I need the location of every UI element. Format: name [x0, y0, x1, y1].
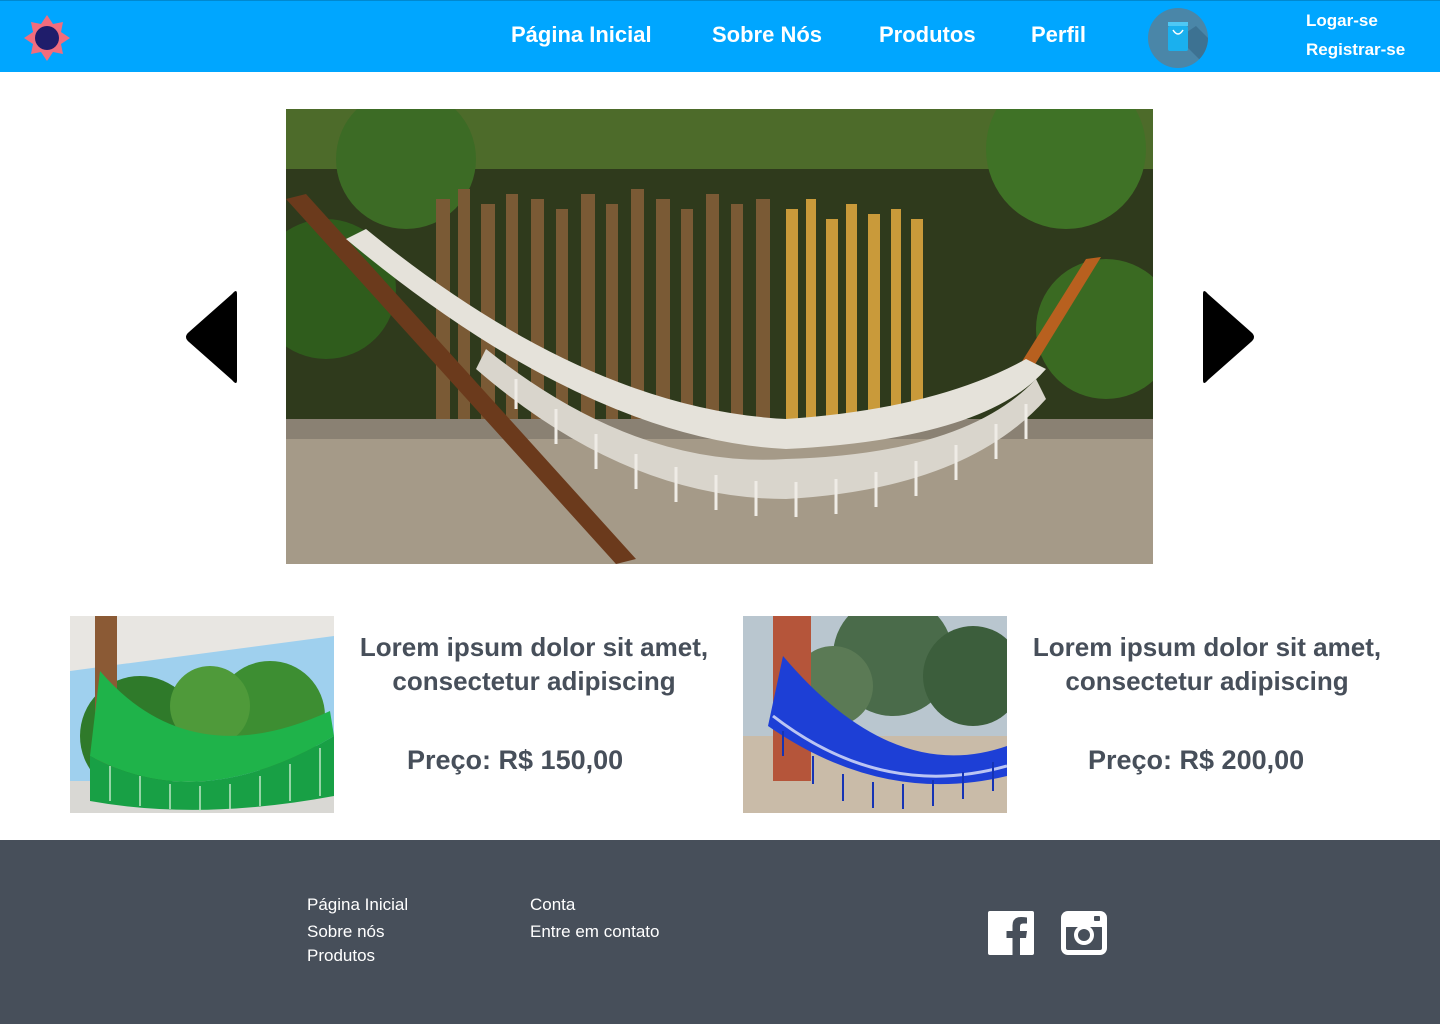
footer-link-products[interactable]: Produtos: [307, 946, 375, 966]
cart-button[interactable]: [1148, 8, 1208, 68]
product-price: Preço: R$ 200,00: [1088, 745, 1305, 775]
footer-link-account[interactable]: Conta: [530, 895, 575, 915]
shopping-bag-icon: [1168, 22, 1208, 68]
logo-icon[interactable]: [24, 15, 70, 61]
carousel-prev-button[interactable]: [183, 290, 241, 384]
product-image-green-hammock[interactable]: [70, 616, 334, 813]
product-title: Lorem ipsum dolor sit amet, consectetur …: [1032, 632, 1382, 696]
facebook-icon[interactable]: [988, 911, 1034, 955]
nav-home-link[interactable]: Página Inicial: [511, 22, 652, 48]
site-header: Página Inicial Sobre Nós Produtos Perfil…: [0, 0, 1440, 72]
instagram-icon[interactable]: [1061, 911, 1107, 955]
carousel-next-button[interactable]: [1199, 290, 1257, 384]
footer-link-home[interactable]: Página Inicial: [307, 895, 408, 915]
site-footer: [0, 840, 1440, 1024]
nav-about-link[interactable]: Sobre Nós: [712, 22, 822, 48]
product-title: Lorem ipsum dolor sit amet, consectetur …: [359, 632, 709, 696]
register-link[interactable]: Registrar-se: [1306, 40, 1405, 60]
footer-link-contact[interactable]: Entre em contato: [530, 922, 659, 942]
footer-link-about[interactable]: Sobre nós: [307, 922, 385, 942]
chevron-left-icon: [186, 291, 237, 383]
carousel-hero-image: [286, 109, 1153, 564]
nav-profile-link[interactable]: Perfil: [1031, 22, 1086, 48]
chevron-right-icon: [1203, 291, 1254, 383]
nav-products-link[interactable]: Produtos: [879, 22, 976, 48]
product-image-blue-hammock[interactable]: [743, 616, 1007, 813]
product-price: Preço: R$ 150,00: [407, 745, 624, 775]
login-link[interactable]: Logar-se: [1306, 11, 1378, 31]
